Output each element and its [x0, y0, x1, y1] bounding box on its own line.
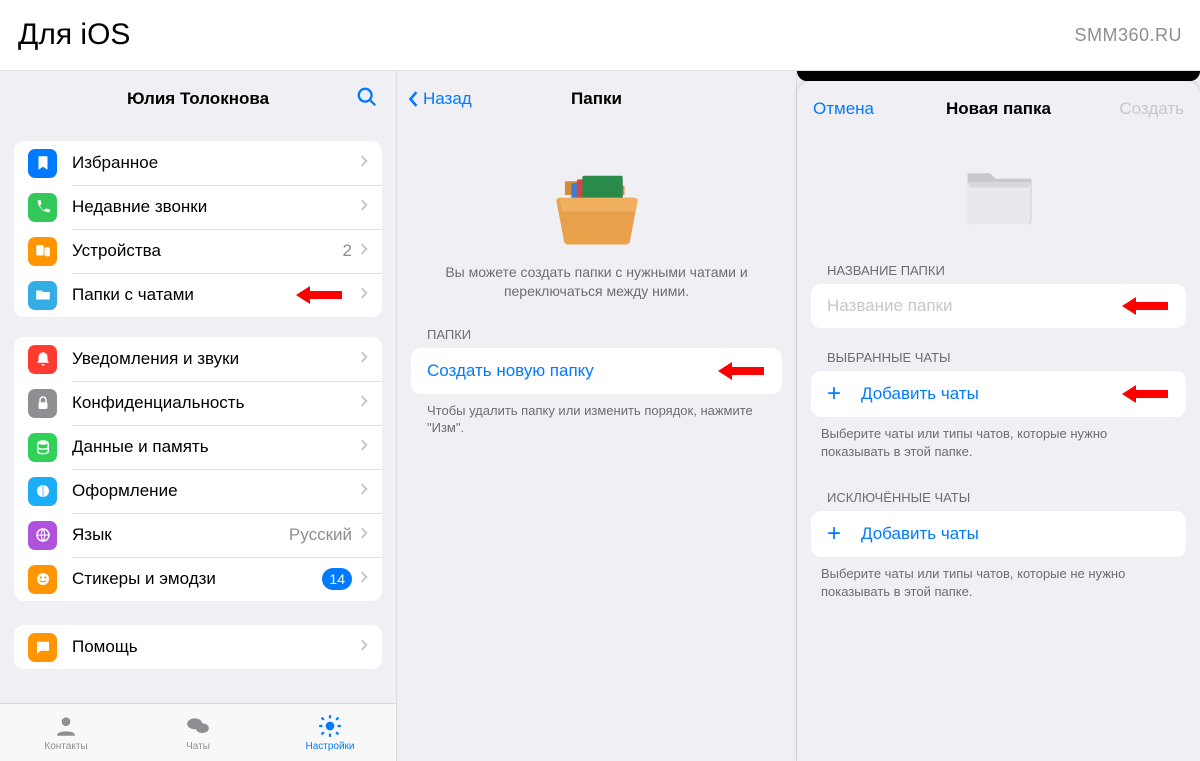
chevron-right-icon — [360, 154, 368, 173]
red-arrow-annotation — [1122, 297, 1168, 315]
row-label: Избранное — [72, 153, 360, 173]
folders-header: Назад Папки — [397, 71, 796, 127]
lock-icon — [28, 389, 57, 418]
chevron-right-icon — [360, 570, 368, 589]
tab-bar: Контакты Чаты Настройки — [0, 703, 396, 761]
create-folder-button[interactable]: Создать новую папку — [411, 348, 782, 394]
settings-pane: Юлия Толокнова Избранное Недавние звонки… — [0, 71, 397, 761]
tab-settings[interactable]: Настройки — [264, 704, 396, 761]
section-label-excluded: ИСКЛЮЧЁННЫЕ ЧАТЫ — [797, 468, 1200, 511]
section-label-selected: ВЫБРАННЫЕ ЧАТЫ — [797, 328, 1200, 371]
chat-icon — [28, 633, 57, 662]
red-arrow-annotation — [296, 286, 342, 304]
sheet-backdrop — [797, 71, 1200, 81]
tab-chats[interactable]: Чаты — [132, 704, 264, 761]
row-label: Недавние звонки — [72, 197, 360, 217]
page-title: Для iOS — [18, 18, 130, 52]
row-devices[interactable]: Устройства 2 — [14, 229, 382, 273]
new-folder-title: Новая папка — [946, 99, 1051, 119]
chevron-right-icon — [360, 350, 368, 369]
create-button[interactable]: Создать — [1119, 99, 1184, 119]
settings-header: Юлия Толокнова — [0, 71, 396, 127]
red-arrow-annotation — [1122, 385, 1168, 403]
database-icon — [28, 433, 57, 462]
page-header: Для iOS SMM360.RU — [0, 0, 1200, 71]
row-stickers[interactable]: Стикеры и эмодзи 14 — [14, 557, 382, 601]
folders-description: Вы можете создать папки с нужными чатами… — [397, 263, 796, 301]
row-language[interactable]: Язык Русский — [14, 513, 382, 557]
new-folder-sheet: Отмена Новая папка Создать НАЗВАНИЕ ПАПК… — [797, 81, 1200, 761]
plus-icon: + — [827, 522, 841, 546]
row-appearance[interactable]: Оформление — [14, 469, 382, 513]
username: Юлия Толокнова — [127, 89, 269, 109]
folder-gray-illustration — [797, 155, 1200, 231]
settings-group-1: Избранное Недавние звонки Устройства 2 П… — [14, 141, 382, 317]
new-folder-pane: Отмена Новая папка Создать НАЗВАНИЕ ПАПК… — [797, 71, 1200, 761]
tab-contacts[interactable]: Контакты — [0, 704, 132, 761]
globe-icon — [28, 521, 57, 550]
new-folder-header: Отмена Новая папка Создать — [797, 81, 1200, 137]
site-watermark: SMM360.RU — [1074, 25, 1182, 46]
row-favorites[interactable]: Избранное — [14, 141, 382, 185]
chevron-right-icon — [360, 482, 368, 501]
red-arrow-annotation — [718, 362, 764, 380]
settings-group-2: Уведомления и звуки Конфиденциальность Д… — [14, 337, 382, 601]
folders-title: Папки — [571, 89, 622, 109]
badge-count: 14 — [322, 568, 352, 590]
chevron-right-icon — [360, 242, 368, 261]
plus-icon: + — [827, 382, 841, 406]
settings-group-3: Помощь — [14, 625, 382, 669]
add-selected-chats-button[interactable]: + Добавить чаты — [811, 371, 1186, 417]
folder-name-input[interactable] — [827, 296, 1170, 316]
appearance-icon — [28, 477, 57, 506]
add-chats-label: Добавить чаты — [861, 384, 979, 404]
folders-pane: Назад Папки Вы можете создать папки с ну… — [397, 71, 797, 761]
chevron-right-icon — [360, 198, 368, 217]
selected-footer-hint: Выберите чаты или типы чатов, которые ну… — [797, 417, 1200, 468]
chevron-right-icon — [360, 526, 368, 545]
row-recent-calls[interactable]: Недавние звонки — [14, 185, 382, 229]
chevron-right-icon — [360, 638, 368, 657]
row-label: Стикеры и эмодзи — [72, 569, 322, 589]
row-label: Устройства — [72, 241, 343, 261]
folder-icon — [28, 281, 57, 310]
add-chats-label: Добавить чаты — [861, 524, 979, 544]
bell-icon — [28, 345, 57, 374]
phone-icon — [28, 193, 57, 222]
back-button[interactable]: Назад — [407, 89, 472, 109]
back-label: Назад — [423, 89, 472, 109]
row-label: Язык — [72, 525, 289, 545]
excluded-footer-hint: Выберите чаты или типы чатов, которые не… — [797, 557, 1200, 608]
row-label: Конфиденциальность — [72, 393, 360, 413]
cancel-button[interactable]: Отмена — [813, 99, 874, 119]
row-label: Данные и память — [72, 437, 360, 457]
folders-footer-hint: Чтобы удалить папку или изменить порядок… — [397, 394, 796, 445]
row-data-storage[interactable]: Данные и память — [14, 425, 382, 469]
sticker-icon — [28, 565, 57, 594]
create-folder-label: Создать новую папку — [427, 361, 594, 381]
row-label: Уведомления и звуки — [72, 349, 360, 369]
chevron-right-icon — [360, 286, 368, 305]
row-privacy[interactable]: Конфиденциальность — [14, 381, 382, 425]
add-excluded-chats-button[interactable]: + Добавить чаты — [811, 511, 1186, 557]
chevron-right-icon — [360, 394, 368, 413]
section-label-folders: ПАПКИ — [397, 301, 796, 348]
section-label-name: НАЗВАНИЕ ПАПКИ — [797, 241, 1200, 284]
tab-label: Контакты — [44, 741, 87, 752]
row-trail-value: 2 — [343, 241, 352, 261]
chevron-right-icon — [360, 438, 368, 457]
row-notifications[interactable]: Уведомления и звуки — [14, 337, 382, 381]
tab-label: Настройки — [305, 741, 354, 752]
devices-icon — [28, 237, 57, 266]
row-help[interactable]: Помощь — [14, 625, 382, 669]
row-chat-folders[interactable]: Папки с чатами — [14, 273, 382, 317]
search-icon[interactable] — [356, 86, 378, 113]
folder-illustration — [397, 163, 796, 249]
tab-label: Чаты — [186, 741, 210, 752]
bookmark-icon — [28, 149, 57, 178]
row-label: Оформление — [72, 481, 360, 501]
folder-name-row[interactable] — [811, 284, 1186, 328]
row-trail-value: Русский — [289, 525, 352, 545]
row-label: Помощь — [72, 637, 360, 657]
